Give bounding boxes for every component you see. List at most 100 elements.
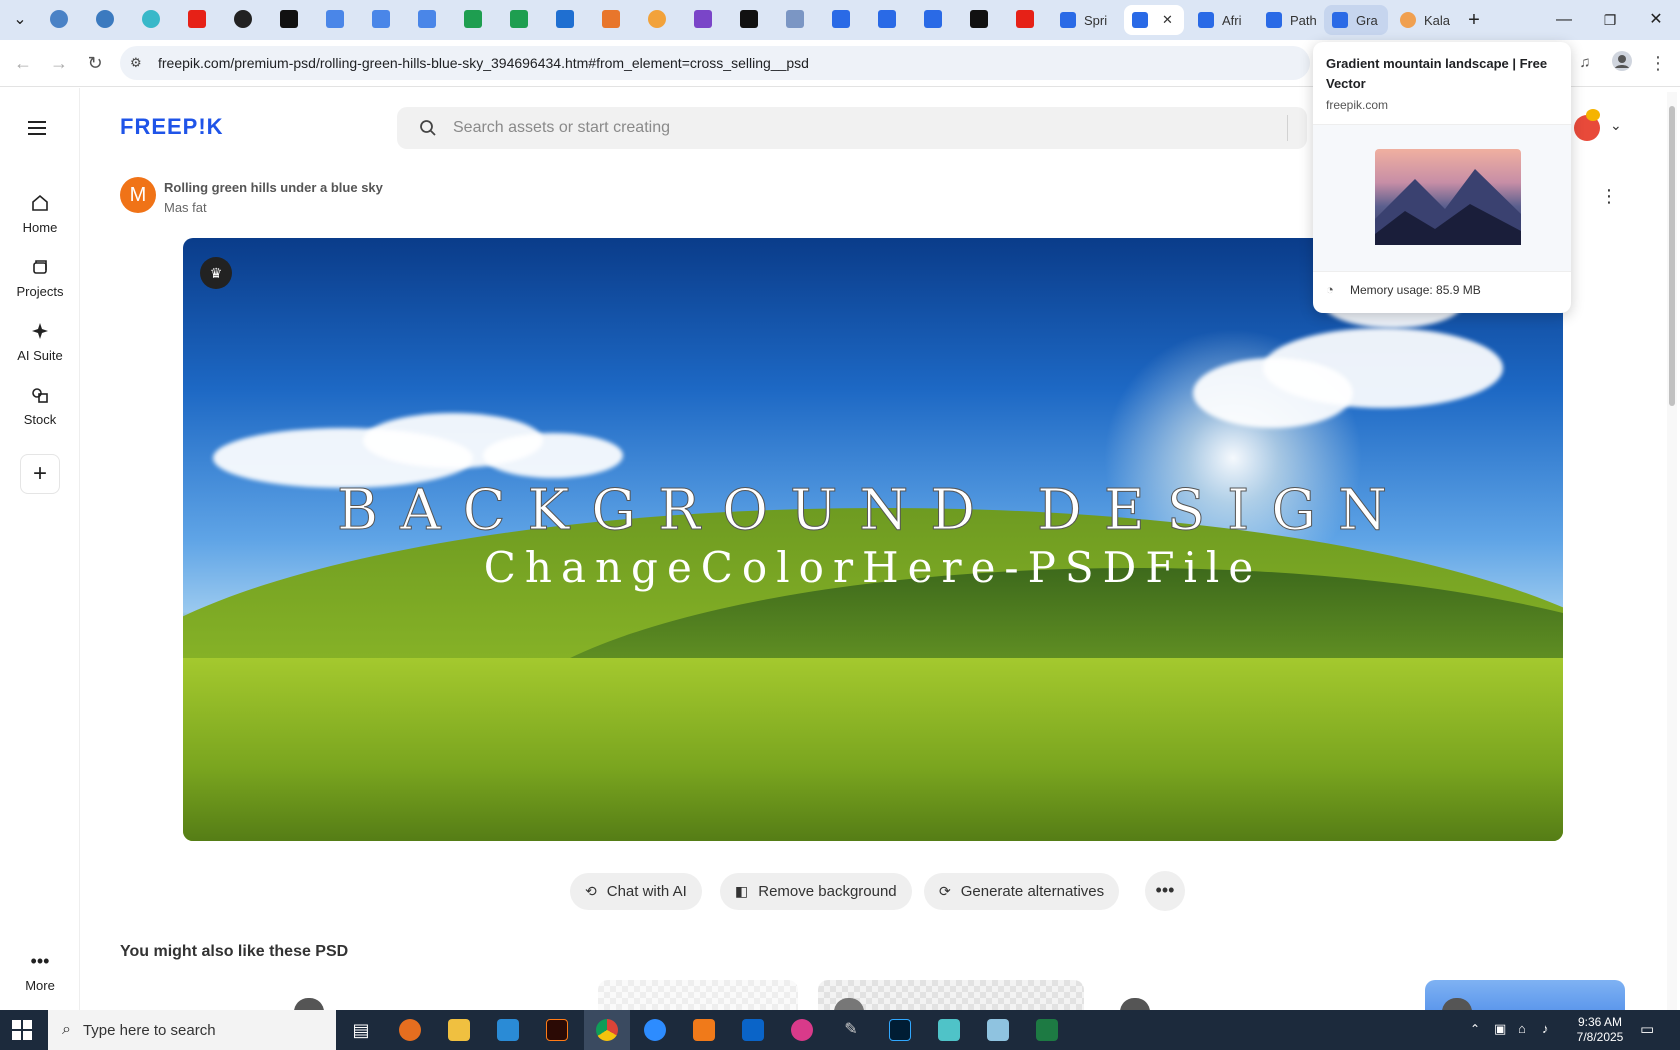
tab-favicon-2[interactable] [96, 10, 114, 28]
chrome-taskbar-active[interactable] [584, 1010, 630, 1050]
photoshop-icon[interactable] [889, 1019, 911, 1041]
pen-tool-icon[interactable]: ✎ [840, 1019, 862, 1041]
outlook-icon[interactable] [742, 1019, 764, 1041]
taskbar-search-icon: ⌕ [62, 1021, 71, 1038]
author-avatar[interactable]: M [120, 177, 156, 213]
add-button[interactable]: + [20, 454, 60, 494]
tab-favicon-17[interactable] [786, 10, 804, 28]
refresh-icon: ⟳ [939, 883, 951, 899]
file-explorer-icon[interactable] [448, 1019, 470, 1041]
sidebar-item-projects[interactable]: Projects [0, 256, 80, 299]
illustrator-icon[interactable] [546, 1019, 568, 1041]
tab-favicon-14[interactable] [648, 10, 666, 28]
more-actions-button[interactable]: ••• [1145, 871, 1185, 911]
hamburger-menu-icon[interactable] [28, 118, 52, 138]
excel-icon[interactable] [1036, 1019, 1058, 1041]
tab-gra-hovered[interactable]: Gra [1324, 5, 1388, 35]
tab-favicon-youtube[interactable] [188, 10, 206, 28]
tab-afri[interactable]: Afri [1190, 5, 1254, 35]
asset-options-icon[interactable]: ⋮ [1600, 186, 1618, 207]
windows-taskbar: ⌕ Type here to search ▤ ✎ ⌃ ▣ ⌂ ♪ 9:36 A… [0, 1010, 1680, 1050]
firefox-icon[interactable] [399, 1019, 421, 1041]
tab-search-chevron-icon[interactable]: ⌄ [8, 8, 32, 32]
tab-favicon-12[interactable] [556, 10, 574, 28]
taskbar-clock[interactable]: 9:36 AM 7/8/2025 [1568, 1015, 1632, 1045]
tab-favicon-15[interactable] [694, 10, 712, 28]
user-avatar[interactable] [1574, 109, 1600, 141]
freepik-favicon-icon [1132, 12, 1148, 28]
windows-start-icon[interactable] [12, 1020, 32, 1045]
tab-favicon-docs-2[interactable] [372, 10, 390, 28]
tab-favicon-3[interactable] [142, 10, 160, 28]
tray-volume-icon[interactable]: ♪ [1542, 1021, 1549, 1036]
tab-strip: ⌄ Spri ✕ Afri Path Gra Kala + — ❐ ✕ [0, 0, 1680, 40]
new-tab-button[interactable]: + [1462, 8, 1486, 32]
tab-favicon-1[interactable] [50, 10, 68, 28]
chat-ai-icon: ⟲ [585, 883, 597, 899]
hero-headline: BACKGROUND DESIGN [337, 478, 1409, 544]
search-input[interactable]: Search assets or start creating [397, 107, 1307, 149]
restore-icon[interactable]: ❐ [1598, 8, 1622, 32]
search-placeholder: Search assets or start creating [453, 119, 670, 136]
tab-favicon-16[interactable] [740, 10, 758, 28]
media-control-icon[interactable]: ♫ [1572, 50, 1598, 76]
close-window-icon[interactable]: ✕ [1644, 8, 1668, 32]
sidebar-item-stock[interactable]: Stock [0, 384, 80, 427]
freepik-logo[interactable]: FREEP!K [120, 114, 224, 140]
user-menu-chevron-icon[interactable]: ⌄ [1610, 117, 1622, 134]
tab-favicon-youtube-2[interactable] [1016, 10, 1034, 28]
stock-shapes-icon [32, 388, 48, 403]
back-arrow-icon[interactable]: ← [10, 50, 36, 76]
sidebar-item-ai-suite[interactable]: AI Suite [0, 320, 80, 363]
zoom-icon[interactable] [644, 1019, 666, 1041]
tab-favicon-13[interactable] [602, 10, 620, 28]
tab-active[interactable]: ✕ [1124, 5, 1184, 35]
tab-favicon-docs-1[interactable] [326, 10, 344, 28]
tray-network-icon[interactable]: ▣ [1494, 1021, 1506, 1037]
search-divider [1287, 115, 1288, 141]
address-bar[interactable]: ⚙ freepik.com/premium-psd/rolling-green-… [120, 46, 1310, 80]
taskbar-search-input[interactable]: ⌕ Type here to search [48, 1010, 336, 1050]
sidebar-item-more[interactable]: ••• More [0, 950, 80, 993]
tab-favicon-20[interactable] [924, 10, 942, 28]
generate-alternatives-button[interactable]: ⟳ Generate alternatives [924, 873, 1120, 910]
asset-preview-image[interactable]: BACKGROUND DESIGN ChangeColorHere-PSDFil… [183, 238, 1563, 841]
chat-with-ai-button[interactable]: ⟲ Chat with AI [570, 873, 702, 910]
task-view-icon[interactable]: ▤ [350, 1019, 372, 1041]
left-sidebar: Home Projects AI Suite Stock + ••• More [0, 88, 80, 1010]
app-icon-lightblue[interactable] [987, 1019, 1009, 1041]
tab-path[interactable]: Path [1258, 5, 1320, 35]
tab-favicon-sheets-1[interactable] [464, 10, 482, 28]
tab-hover-card: Gradient mountain landscape | Free Vecto… [1313, 42, 1571, 313]
tray-chevron-icon[interactable]: ⌃ [1470, 1022, 1480, 1036]
tab-favicon-6[interactable] [280, 10, 298, 28]
page-scrollbar[interactable] [1667, 92, 1677, 1010]
notification-icon[interactable]: ▭ [1640, 1020, 1654, 1038]
tab-close-icon[interactable]: ✕ [1162, 12, 1173, 28]
tab-favicon-docs-3[interactable] [418, 10, 436, 28]
tray-wifi-icon[interactable]: ⌂ [1518, 1021, 1526, 1036]
tab-favicon-21[interactable] [970, 10, 988, 28]
browser-menu-icon[interactable]: ⋮ [1645, 50, 1671, 76]
site-settings-icon[interactable]: ⚙ [130, 55, 150, 71]
vscode-icon[interactable] [497, 1019, 519, 1041]
profile-icon[interactable] [1609, 50, 1635, 76]
tab-kala[interactable]: Kala [1392, 5, 1458, 35]
tab-spri[interactable]: Spri [1052, 5, 1118, 35]
premium-crown-icon: ♛ [200, 257, 232, 289]
tab-favicon-sheets-2[interactable] [510, 10, 528, 28]
related-thumbnail[interactable] [598, 980, 798, 1010]
tab-favicon-18[interactable] [832, 10, 850, 28]
tab-favicon-19[interactable] [878, 10, 896, 28]
xampp-icon[interactable] [693, 1019, 715, 1041]
tab-favicon-5[interactable] [234, 10, 252, 28]
creative-cloud-icon[interactable] [791, 1019, 813, 1041]
minimize-icon[interactable]: — [1552, 8, 1576, 32]
forward-arrow-icon[interactable]: → [46, 50, 72, 76]
scrollbar-thumb[interactable] [1669, 106, 1675, 406]
remove-background-button[interactable]: ◧ Remove background [720, 873, 912, 910]
author-name[interactable]: Mas fat [164, 200, 207, 215]
reload-icon[interactable]: ↻ [82, 50, 108, 76]
app-icon-teal[interactable] [938, 1019, 960, 1041]
sidebar-item-home[interactable]: Home [0, 192, 80, 235]
